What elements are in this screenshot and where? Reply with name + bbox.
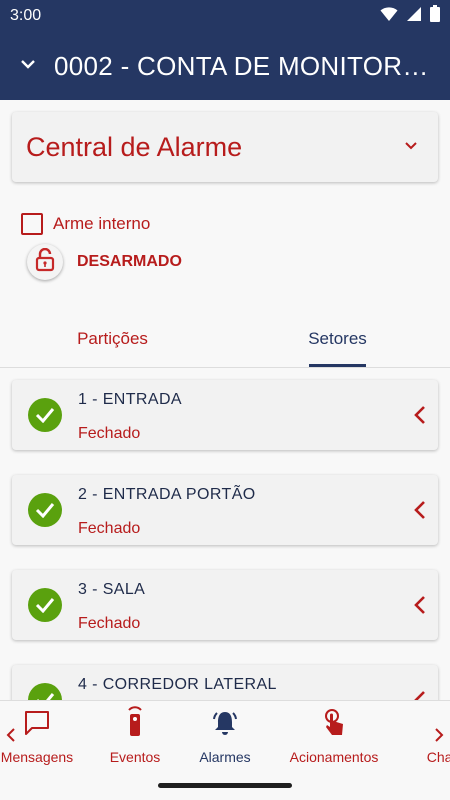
check-circle-icon [28, 398, 62, 432]
nav-label: Mensagens [0, 749, 74, 765]
sector-state: Fechado [78, 425, 141, 442]
nav-label: Eventos [109, 749, 161, 765]
tab-sectors[interactable]: Setores [225, 310, 450, 367]
arm-internal-checkbox[interactable] [21, 213, 43, 235]
sector-state: Fechado [78, 520, 141, 537]
account-title[interactable]: 0002 - CONTA DE MONITORAMENTO [54, 51, 434, 82]
lock-button[interactable] [27, 244, 63, 280]
lock-row: DESARMADO [27, 244, 182, 280]
sector-name: 1 - ENTRADA [78, 391, 182, 408]
nav-label: Chave [426, 749, 450, 765]
central-label: Central de Alarme [26, 131, 243, 162]
sector-list[interactable]: 1 - ENTRADA Fechado 2 - ENTRADA PORTÃO F… [0, 368, 450, 700]
gesture-bar [0, 768, 450, 800]
arm-internal-row: Arme interno [21, 213, 150, 235]
sector-name: 3 - SALA [78, 581, 146, 598]
chevron-down-icon [404, 138, 418, 156]
central-dropdown[interactable]: Central de Alarme [12, 112, 438, 182]
check-circle-icon [28, 493, 62, 527]
sector-state: Fechado [78, 615, 141, 632]
nav-key[interactable]: Chave [412, 701, 450, 769]
chevron-left-icon[interactable] [414, 690, 426, 700]
home-indicator[interactable] [158, 783, 292, 788]
arm-status-text: DESARMADO [77, 253, 182, 270]
check-circle-icon [28, 588, 62, 622]
wifi-icon [380, 6, 398, 27]
tab-partitions[interactable]: Partições [0, 310, 225, 367]
nav-label: Alarmes [199, 749, 251, 765]
sector-card[interactable]: 4 - CORREDOR LATERAL [12, 665, 438, 700]
sector-card[interactable]: 2 - ENTRADA PORTÃO Fechado [12, 475, 438, 545]
status-bar: 3:00 [0, 0, 450, 32]
app-bar: 0002 - CONTA DE MONITORAMENTO [0, 32, 450, 100]
scroll-right-icon[interactable] [434, 727, 444, 748]
sector-name: 2 - ENTRADA PORTÃO [78, 486, 256, 503]
sector-card[interactable]: 3 - SALA Fechado [12, 570, 438, 640]
check-circle-icon [28, 683, 62, 700]
unlock-icon [35, 247, 55, 277]
bell-icon [211, 701, 239, 737]
nav-messages[interactable]: Mensagens [0, 701, 76, 769]
chevron-left-icon[interactable] [414, 595, 426, 620]
arm-internal-label: Arme interno [53, 214, 151, 233]
chevron-left-icon[interactable] [414, 500, 426, 525]
collapse-chevron-icon[interactable] [20, 57, 36, 75]
signal-icon [406, 6, 422, 27]
chevron-left-icon[interactable] [414, 405, 426, 430]
touch-icon [321, 701, 347, 737]
remote-control-icon [125, 701, 145, 737]
bottom-navigation: Mensagens Eventos Alarmes Acionamentos C… [0, 700, 450, 768]
tab-bar: Partições Setores [0, 310, 450, 368]
nav-events[interactable]: Eventos [100, 701, 170, 769]
sector-card[interactable]: 1 - ENTRADA Fechado [12, 380, 438, 450]
message-icon [23, 701, 51, 737]
sector-name: 4 - CORREDOR LATERAL [78, 676, 277, 693]
status-time: 3:00 [10, 7, 42, 24]
nav-triggers[interactable]: Acionamentos [284, 701, 384, 769]
nav-alarms[interactable]: Alarmes [190, 701, 260, 769]
battery-icon [430, 5, 440, 27]
nav-label: Acionamentos [289, 749, 379, 765]
